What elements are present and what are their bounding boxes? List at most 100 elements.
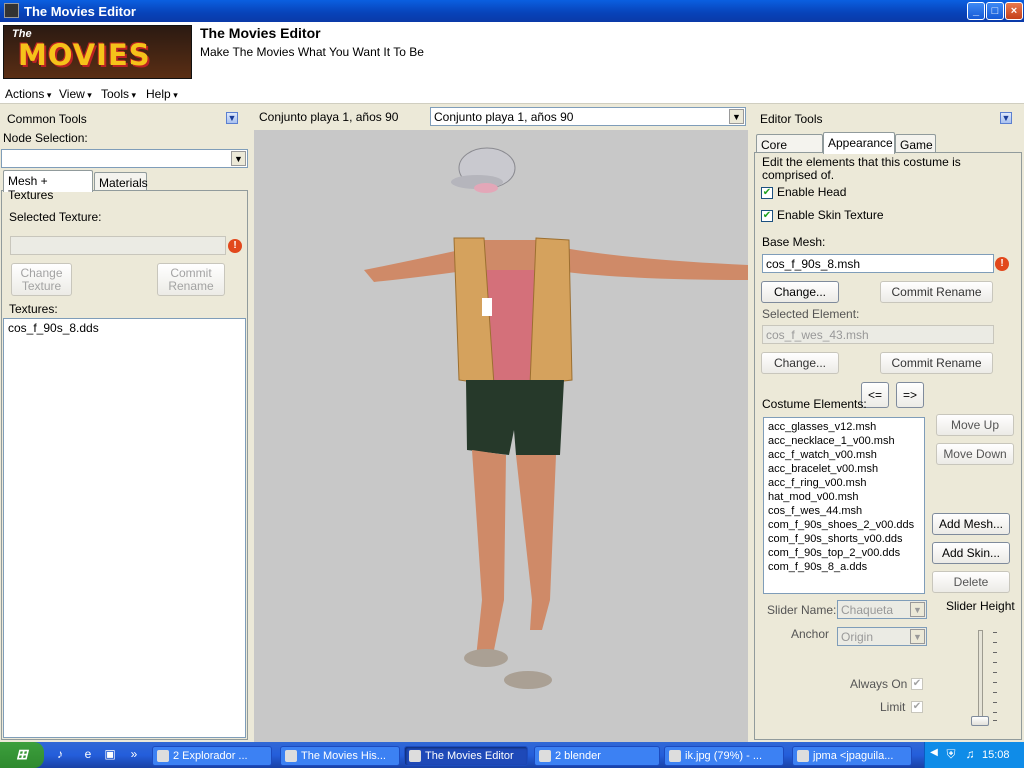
menu-tools[interactable]: Tools — [101, 87, 136, 101]
list-item[interactable]: com_f_90s_shorts_v00.dds — [768, 532, 920, 546]
collapse-icon[interactable]: ▼ — [226, 112, 238, 124]
tab-materials[interactable]: Materials — [94, 172, 148, 192]
menu-help[interactable]: Help — [146, 87, 178, 101]
common-tools-title: Common Tools — [7, 112, 87, 126]
chevron-down-icon: ▼ — [910, 602, 925, 617]
minimize-button[interactable]: _ — [967, 2, 985, 20]
app-icon — [409, 750, 421, 762]
quicklaunch-more-icon[interactable]: » — [126, 747, 142, 763]
quicklaunch-ie-icon[interactable]: e — [80, 747, 96, 763]
blender-icon — [539, 750, 551, 762]
anchor-label: Anchor — [791, 627, 830, 641]
commit-rename-texture-button[interactable]: Commit Rename — [157, 263, 225, 296]
chevron-down-icon: ▼ — [231, 151, 246, 166]
list-item[interactable]: com_f_90s_8_a.dds — [768, 560, 920, 574]
change-base-mesh-button[interactable]: Change... — [761, 281, 839, 303]
costume-dropdown[interactable]: Conjunto playa 1, años 90 ▼ — [430, 107, 746, 126]
menu-actions[interactable]: Actions — [5, 87, 51, 101]
collapse-icon[interactable]: ▼ — [1000, 112, 1012, 124]
3d-viewport[interactable] — [254, 130, 748, 742]
anchor-dropdown[interactable]: Origin ▼ — [837, 627, 927, 646]
maximize-button[interactable]: □ — [986, 2, 1004, 20]
windows-logo-icon: ⊞ — [16, 746, 28, 762]
list-item[interactable]: cos_f_wes_44.msh — [768, 504, 920, 518]
task-image-viewer[interactable]: ik.jpg (79%) - ... — [664, 746, 784, 766]
delete-button[interactable]: Delete — [932, 571, 1010, 593]
tab-game[interactable]: Game — [895, 134, 936, 154]
start-button[interactable]: ⊞ — [0, 742, 44, 768]
character-model — [364, 147, 748, 689]
slider-height-thumb[interactable] — [971, 716, 989, 726]
textures-list[interactable]: cos_f_90s_8.dds — [3, 318, 246, 738]
textures-label: Textures: — [9, 302, 58, 316]
enable-head-label: Enable Head — [777, 185, 847, 199]
limit-label: Limit — [880, 700, 906, 714]
menu-bar: Actions View Tools Help — [0, 84, 1024, 104]
tab-mesh-textures[interactable]: Mesh + Textures — [3, 170, 93, 202]
chevron-down-icon: ▼ — [910, 629, 925, 644]
list-item[interactable]: acc_bracelet_v00.msh — [768, 462, 920, 476]
node-selection-label: Node Selection: — [3, 131, 88, 145]
quicklaunch-app-icon[interactable]: ▣ — [102, 747, 118, 763]
list-item[interactable]: com_f_90s_shoes_2_v00.dds — [768, 518, 920, 532]
selected-texture-field[interactable] — [10, 236, 226, 255]
selected-element-label: Selected Element: — [762, 307, 860, 321]
the-movies-logo: The MOVIES — [3, 25, 192, 79]
selected-element-field[interactable]: cos_f_wes_43.msh — [762, 325, 994, 344]
costume-elements-label: Costume Elements: — [762, 397, 867, 411]
browser-icon — [285, 750, 297, 762]
slider-height-label: Slider Height — [946, 599, 1015, 613]
list-item[interactable]: hat_mod_v00.msh — [768, 490, 920, 504]
quicklaunch-media-icon[interactable]: ♪ — [52, 747, 68, 763]
list-item[interactable]: cos_f_90s_8.dds — [8, 321, 241, 335]
task-explorer[interactable]: 2 Explorador ... — [152, 746, 272, 766]
list-item[interactable]: com_f_90s_top_2_v00.dds — [768, 546, 920, 560]
clock: 15:08 — [982, 749, 1010, 761]
move-right-button[interactable]: => — [896, 382, 924, 408]
costume-elements-list[interactable]: acc_glasses_v12.msh acc_necklace_1_v00.m… — [763, 417, 925, 594]
enable-head-checkbox[interactable]: ✔ — [761, 187, 773, 199]
close-button[interactable]: × — [1005, 2, 1023, 20]
list-item[interactable]: acc_glasses_v12.msh — [768, 420, 920, 434]
folder-icon — [157, 750, 169, 762]
move-up-button[interactable]: Move Up — [936, 414, 1014, 436]
list-item[interactable]: acc_necklace_1_v00.msh — [768, 434, 920, 448]
tray-security-icon[interactable]: ⛨ — [943, 747, 959, 763]
add-skin-button[interactable]: Add Skin... — [932, 542, 1010, 564]
slider-name-label: Slider Name: — [767, 603, 837, 617]
task-blender[interactable]: 2 blender — [534, 746, 660, 766]
base-mesh-label: Base Mesh: — [762, 235, 826, 249]
base-mesh-field[interactable]: cos_f_90s_8.msh — [762, 254, 994, 273]
list-item[interactable]: acc_f_ring_v00.msh — [768, 476, 920, 490]
tray-expand-icon[interactable]: ◀ — [926, 747, 942, 763]
task-messenger[interactable]: jpma <jpaguila... — [792, 746, 912, 766]
editor-tools-title: Editor Tools — [760, 112, 823, 126]
list-item[interactable]: acc_f_watch_v00.msh — [768, 448, 920, 462]
limit-checkbox[interactable]: ✔ — [911, 701, 923, 713]
change-element-button[interactable]: Change... — [761, 352, 839, 374]
always-on-label: Always On — [850, 677, 908, 691]
chevron-down-icon: ▼ — [729, 109, 744, 124]
app-title: The Movies Editor — [200, 25, 321, 41]
add-mesh-button[interactable]: Add Mesh... — [932, 513, 1010, 535]
always-on-checkbox[interactable]: ✔ — [911, 678, 923, 690]
tab-core-details[interactable]: Core Details — [756, 134, 823, 166]
slider-height-track[interactable] — [978, 630, 983, 720]
error-icon: ! — [228, 239, 242, 253]
selected-texture-label: Selected Texture: — [9, 210, 102, 224]
move-down-button[interactable]: Move Down — [936, 443, 1014, 465]
task-movies-history[interactable]: The Movies His... — [280, 746, 400, 766]
messenger-icon — [797, 750, 809, 762]
enable-skin-checkbox[interactable]: ✔ — [761, 210, 773, 222]
task-movies-editor[interactable]: The Movies Editor — [404, 746, 528, 766]
tray-volume-icon[interactable]: ♫ — [962, 747, 978, 763]
window-title: The Movies Editor — [24, 4, 136, 19]
error-icon: ! — [995, 257, 1009, 271]
commit-rename-element-button[interactable]: Commit Rename — [880, 352, 993, 374]
commit-rename-base-button[interactable]: Commit Rename — [880, 281, 993, 303]
node-selection-dropdown[interactable]: ▼ — [1, 149, 248, 168]
slider-name-dropdown[interactable]: Chaqueta ▼ — [837, 600, 927, 619]
menu-view[interactable]: View — [59, 87, 92, 101]
change-texture-button[interactable]: Change Texture — [11, 263, 72, 296]
tab-appearance[interactable]: Appearance — [823, 132, 895, 154]
